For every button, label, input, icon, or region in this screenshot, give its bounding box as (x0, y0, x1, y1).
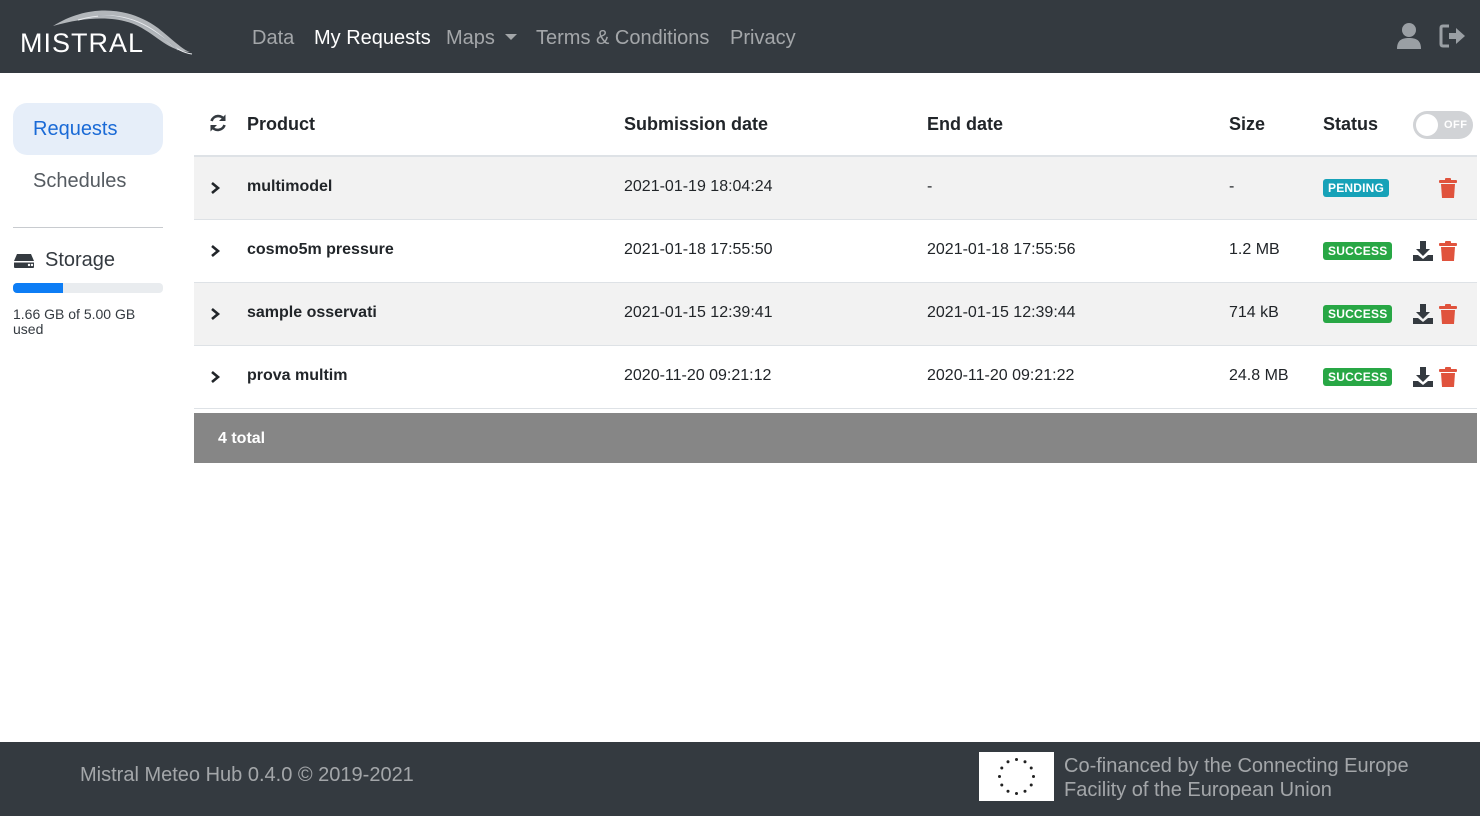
status-badge: SUCCESS (1323, 368, 1393, 386)
chevron-right-icon[interactable] (209, 181, 221, 195)
sidebar-item-schedules[interactable]: Schedules (13, 155, 163, 207)
header-size[interactable]: Size (1229, 114, 1265, 135)
download-icon[interactable] (1412, 240, 1434, 262)
archive-toggle[interactable]: OFF (1413, 111, 1473, 139)
table-row[interactable]: cosmo5m pressure 2021-01-18 17:55:50 2021-… (194, 220, 1477, 283)
eu-star (1032, 775, 1035, 778)
table-row[interactable]: prova multim 2020-11-20 09:21:12 2020-11-2… (194, 346, 1477, 409)
cell-end-date: 2021-01-18 17:55:56 (927, 241, 1076, 258)
status-badge: SUCCESS (1323, 242, 1393, 260)
page-footer: Mistral Meteo Hub 0.4.0 © 2019-2021 Co-f… (0, 742, 1480, 816)
mistral-logo[interactable]: MISTRAL (18, 6, 193, 61)
table-row[interactable]: sample osservati 2021-01-15 12:39:41 2021-… (194, 283, 1477, 346)
nav-terms[interactable]: Terms & Conditions (536, 26, 709, 50)
trash-icon[interactable] (1438, 366, 1458, 388)
toggle-label: OFF (1444, 119, 1468, 131)
logout-icon[interactable] (1439, 22, 1467, 50)
trash-icon[interactable] (1438, 177, 1458, 199)
eu-star (1023, 789, 1027, 793)
cell-product: multimodel (247, 178, 333, 195)
cell-size: - (1229, 178, 1235, 195)
cell-product: prova multim (247, 367, 348, 384)
download-icon[interactable] (1412, 366, 1434, 388)
cell-submission-date: 2021-01-19 18:04:24 (624, 178, 773, 195)
eu-star (1000, 783, 1004, 787)
cell-size: 714 kB (1229, 304, 1279, 321)
cell-size: 1.2 MB (1229, 241, 1280, 258)
logo-text: MISTRAL (20, 28, 145, 58)
trash-icon[interactable] (1438, 240, 1458, 262)
eu-flag-icon (979, 752, 1054, 801)
chevron-right-icon[interactable] (209, 307, 221, 321)
eu-star (1015, 792, 1018, 795)
copyright-text: Mistral Meteo Hub 0.4.0 © 2019-2021 (80, 764, 414, 786)
refresh-icon[interactable] (208, 113, 228, 133)
nav-my-requests[interactable]: My Requests (314, 26, 431, 50)
cell-end-date: - (927, 178, 933, 195)
eu-star (1015, 758, 1018, 761)
header-status[interactable]: Status (1323, 114, 1378, 135)
cell-submission-date: 2020-11-20 09:21:12 (624, 367, 772, 384)
eu-star (1023, 760, 1027, 764)
cell-end-date: 2020-11-20 09:21:22 (927, 367, 1075, 384)
cell-product: sample osservati (247, 304, 377, 321)
hdd-icon (14, 254, 34, 268)
eu-cofinanced-text: Co-financed by the Connecting Europe Fac… (1064, 754, 1464, 802)
eu-text-line-1: Co-financed by the Connecting Europe (1064, 755, 1409, 777)
sidebar-item-requests[interactable]: Requests (13, 103, 163, 155)
cell-end-date: 2021-01-15 12:39:44 (927, 304, 1076, 321)
nav-privacy[interactable]: Privacy (730, 26, 796, 50)
toggle-knob (1416, 114, 1438, 136)
nav-maps-label: Maps (446, 27, 495, 49)
eu-star (1000, 766, 1004, 770)
chevron-right-icon[interactable] (209, 370, 221, 384)
cell-product: cosmo5m pressure (247, 241, 394, 258)
table-row[interactable]: multimodel 2021-01-19 18:04:24 - - PENDING (194, 157, 1477, 220)
eu-star (1029, 783, 1033, 787)
chevron-right-icon[interactable] (209, 244, 221, 258)
status-badge: PENDING (1323, 179, 1390, 197)
eu-star (1006, 789, 1010, 793)
table-footer: 4 total (194, 413, 1477, 463)
download-icon[interactable] (1412, 303, 1434, 325)
header-product[interactable]: Product (247, 114, 315, 135)
storage-usage-text: 1.66 GB of 5.00 GB used (13, 306, 136, 337)
eu-star (1029, 766, 1033, 770)
header-submission-date[interactable]: Submission date (624, 114, 768, 135)
cell-submission-date: 2021-01-15 12:39:41 (624, 304, 773, 321)
chevron-down-icon (504, 34, 517, 40)
header-end-date[interactable]: End date (927, 114, 1003, 135)
cell-size: 24.8 MB (1229, 367, 1289, 384)
nav-data[interactable]: Data (252, 26, 294, 50)
trash-icon[interactable] (1438, 303, 1458, 325)
table-header: Product Submission date End date Size St… (194, 94, 1477, 157)
cell-submission-date: 2021-01-18 17:55:50 (624, 241, 773, 258)
status-badge: SUCCESS (1323, 305, 1393, 323)
sidebar-divider (13, 227, 163, 228)
storage-progress-fill (13, 283, 63, 293)
nav-maps[interactable]: Maps (446, 26, 517, 50)
storage-progress-bar (13, 283, 163, 293)
eu-star (1006, 760, 1010, 764)
eu-text-line-2: Facility of the European Union (1064, 779, 1332, 801)
eu-star (998, 775, 1001, 778)
storage-label: Storage (45, 249, 116, 271)
user-icon[interactable] (1396, 22, 1422, 50)
total-count: 4 total (218, 430, 266, 447)
top-navbar: MISTRAL Data My Requests Maps Terms & Co… (0, 0, 1480, 73)
